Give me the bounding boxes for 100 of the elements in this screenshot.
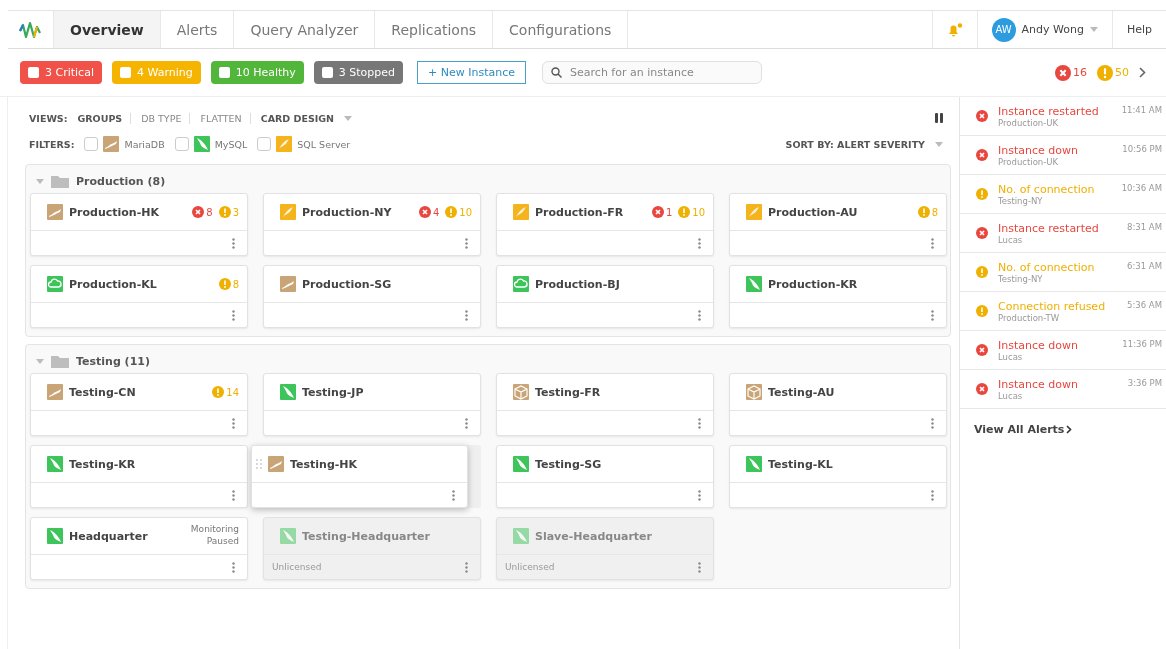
instance-name: Testing-FR	[535, 385, 602, 399]
warning-count: 8	[232, 278, 239, 290]
more-icon[interactable]	[465, 237, 468, 249]
dragged-instance-card[interactable]: Testing-HK	[251, 445, 468, 508]
instance-name: Testing-KR	[69, 457, 137, 471]
instance-card[interactable]: Production-HK 8 3	[30, 193, 248, 256]
warning-icon	[218, 206, 231, 218]
instance-card[interactable]: Production-KR	[729, 265, 947, 328]
dolphin-icon	[193, 136, 210, 152]
more-icon[interactable]	[452, 489, 455, 501]
card-design-menu[interactable]: CARD DESIGN	[260, 112, 335, 124]
status-filter[interactable]: 3 Stopped	[313, 61, 404, 84]
more-icon[interactable]	[698, 417, 701, 429]
caret-icon[interactable]	[1089, 27, 1098, 32]
instance-card[interactable]: Production-KL 8	[30, 265, 248, 328]
filters-label: FILTERS:	[29, 138, 75, 150]
more-icon[interactable]	[232, 237, 235, 249]
instance-name: Production-SG	[302, 277, 393, 291]
dolphin-icon	[746, 276, 762, 292]
search-field[interactable]: Search for an instance	[542, 61, 763, 84]
new-instance-button[interactable]: + New Instance	[417, 61, 527, 84]
more-icon[interactable]	[698, 237, 701, 249]
alert-time: 3:36 PM	[1127, 378, 1162, 388]
help-link[interactable]: Help	[1126, 23, 1152, 36]
caret-icon[interactable]	[36, 358, 44, 364]
instance-card[interactable]: Testing-SG	[496, 445, 714, 508]
pause-icon[interactable]	[935, 113, 943, 123]
view-option[interactable]: FLATTEN	[200, 112, 251, 124]
alert-title: Instance down	[998, 377, 1079, 391]
instance-card[interactable]: Testing-AU	[729, 373, 947, 436]
view-all-alerts-link[interactable]: View All Alerts	[960, 409, 1166, 450]
error-icon	[976, 227, 988, 239]
feather-icon	[280, 204, 296, 220]
dolphin-icon	[47, 528, 63, 544]
filter-label[interactable]: SQL Server	[297, 138, 351, 150]
alert-title: Connection refused	[998, 299, 1107, 313]
more-icon[interactable]	[232, 309, 235, 321]
feather-icon	[513, 204, 529, 220]
more-icon[interactable]	[232, 417, 235, 429]
logo-icon	[18, 20, 43, 39]
user-name[interactable]: Andy Wong	[1021, 23, 1084, 36]
instance-card[interactable]: Production-BJ	[496, 265, 714, 328]
instance-card[interactable]: Testing-KL	[729, 445, 947, 508]
nav-tab[interactable]: Overview	[54, 11, 161, 48]
instance-name: Production-BJ	[535, 277, 621, 291]
filter-checkbox[interactable]	[84, 137, 99, 151]
cloud-icon	[513, 276, 529, 292]
instance-card[interactable]: Testing-JP	[263, 373, 481, 436]
group-title[interactable]: Production (8)	[76, 174, 166, 188]
instance-name: Testing-KL	[768, 457, 834, 471]
caret-icon[interactable]	[36, 178, 44, 184]
instance-card[interactable]: Testing-CN 14	[30, 373, 248, 436]
instance-name: Headquarter	[69, 529, 149, 543]
feather-icon	[746, 204, 762, 220]
search-input[interactable]: Search for an instance	[568, 65, 754, 80]
alert-item[interactable]: Instance down Lucas 11:36 PM	[960, 331, 1166, 370]
sort-menu[interactable]: SORT BY: ALERT SEVERITY	[785, 138, 925, 150]
bell-icon[interactable]	[946, 22, 963, 37]
alert-source: Lucas	[998, 234, 1024, 245]
filter-label[interactable]: MySQL	[214, 138, 248, 150]
more-icon[interactable]	[931, 489, 934, 501]
instance-card[interactable]: Production-NY 4 10	[263, 193, 481, 256]
alert-item[interactable]: Instance restarted Lucas 8:31 AM	[960, 214, 1166, 253]
more-icon[interactable]	[931, 237, 934, 249]
license-status: Unlicensed	[272, 562, 323, 572]
instance-name: Testing-AU	[768, 385, 836, 399]
more-icon[interactable]	[698, 489, 701, 501]
alert-source: Production-UK	[998, 156, 1060, 167]
filter-checkbox[interactable]	[174, 137, 189, 151]
alert-item[interactable]: Instance restarted Production-UK 11:41 AM	[960, 97, 1166, 136]
instance-card[interactable]: Testing-KR	[30, 445, 248, 508]
alert-item[interactable]: Instance down Production-UK 10:56 PM	[960, 136, 1166, 175]
instance-card[interactable]: Production-FR 1 10	[496, 193, 714, 256]
more-icon[interactable]	[698, 309, 701, 321]
drag-handle-icon[interactable]	[256, 459, 262, 469]
group-title[interactable]: Testing (11)	[76, 354, 150, 368]
filter-checkbox[interactable]	[257, 137, 272, 151]
instance-name: Production-HK	[69, 205, 160, 219]
more-icon[interactable]	[232, 489, 235, 501]
instance-card[interactable]: Testing-FR	[496, 373, 714, 436]
more-icon[interactable]	[232, 561, 235, 573]
alert-item[interactable]: Instance down Lucas 3:36 PM	[960, 370, 1166, 409]
seal-icon	[47, 204, 63, 220]
more-icon[interactable]	[465, 417, 468, 429]
filter-label[interactable]: MariaDB	[124, 138, 165, 150]
alert-title: Instance down	[998, 143, 1079, 157]
view-option[interactable]: DB TYPE	[141, 112, 191, 124]
caret-icon[interactable]	[344, 115, 353, 121]
more-icon[interactable]	[931, 309, 934, 321]
instance-card[interactable]: Headquarter Monitoring Paused	[30, 517, 248, 580]
caret-icon[interactable]	[935, 141, 943, 147]
more-icon[interactable]	[465, 309, 468, 321]
instance-card[interactable]: Production-SG	[263, 265, 481, 328]
warning-icon	[212, 386, 225, 398]
error-count: 8	[206, 206, 213, 218]
more-icon[interactable]	[931, 417, 934, 429]
instance-card[interactable]: Production-AU 8	[729, 193, 947, 256]
chevron-right-icon[interactable]	[1139, 67, 1146, 78]
view-option[interactable]: GROUPS	[77, 112, 132, 124]
error-icon	[976, 110, 988, 122]
